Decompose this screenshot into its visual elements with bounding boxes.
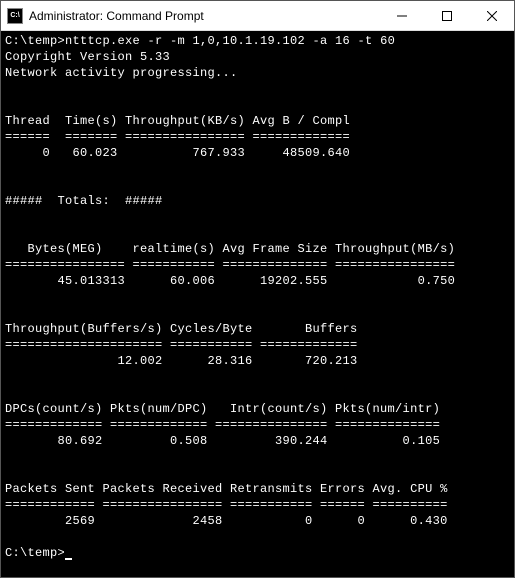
dpcs-data-row: 80.692 0.508 390.244 0.105 — [5, 434, 440, 448]
cmd-icon-text: C:\ — [10, 12, 19, 19]
totals-header: ##### Totals: ##### — [5, 194, 163, 208]
bytes-headers: Bytes(MEG) realtime(s) Avg Frame Size Th… — [5, 242, 455, 256]
cursor — [65, 558, 72, 560]
close-button[interactable] — [469, 1, 514, 30]
close-icon — [487, 11, 497, 21]
terminal-content[interactable]: C:\temp>ntttcp.exe -r -m 1,0,10.1.19.102… — [1, 31, 514, 577]
maximize-button[interactable] — [424, 1, 469, 30]
prompt: C:\temp> — [5, 546, 65, 560]
copyright-line: Copyright Version 5.33 — [5, 50, 170, 64]
thread-data-row: 0 60.023 767.933 48509.640 — [5, 146, 350, 160]
network-activity-line: Network activity progressing... — [5, 66, 238, 80]
bytes-data-row: 45.013313 60.006 19202.555 0.750 — [5, 274, 455, 288]
window-controls — [379, 1, 514, 30]
packets-data-row: 2569 2458 0 0 0.430 — [5, 514, 448, 528]
dpcs-separator: ============= ============= ============… — [5, 418, 440, 432]
cmd-window: C:\ Administrator: Command Prompt C:\tem… — [0, 0, 515, 578]
packets-headers: Packets Sent Packets Received Retransmit… — [5, 482, 448, 496]
titlebar: C:\ Administrator: Command Prompt — [1, 1, 514, 31]
throughput-data-row: 12.002 28.316 720.213 — [5, 354, 358, 368]
throughput-headers: Throughput(Buffers/s) Cycles/Byte Buffer… — [5, 322, 358, 336]
cmd-icon: C:\ — [7, 8, 23, 24]
bytes-separator: ================ =========== ===========… — [5, 258, 455, 272]
window-title: Administrator: Command Prompt — [29, 9, 379, 23]
minimize-button[interactable] — [379, 1, 424, 30]
prompt: C:\temp> — [5, 34, 65, 48]
throughput-separator: ===================== =========== ======… — [5, 338, 358, 352]
dpcs-headers: DPCs(count/s) Pkts(num/DPC) Intr(count/s… — [5, 402, 440, 416]
maximize-icon — [442, 11, 452, 21]
minimize-icon — [397, 11, 407, 21]
command-text: ntttcp.exe -r -m 1,0,10.1.19.102 -a 16 -… — [65, 34, 395, 48]
thread-separator: ====== ======= ================ ========… — [5, 130, 350, 144]
packets-separator: ============ ================ ==========… — [5, 498, 448, 512]
thread-headers: Thread Time(s) Throughput(KB/s) Avg B / … — [5, 114, 350, 128]
